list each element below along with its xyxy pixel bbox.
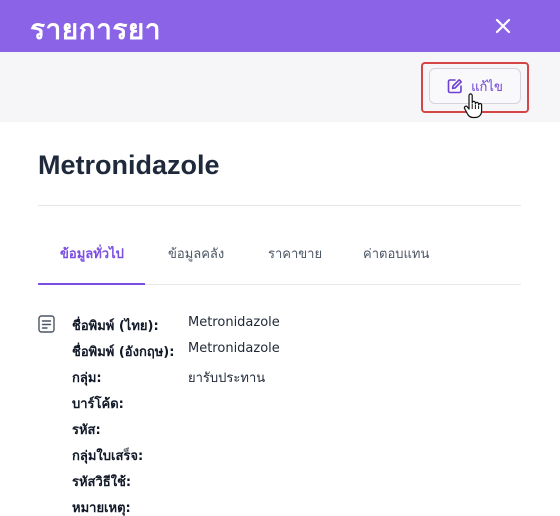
close-button[interactable]: [491, 14, 515, 38]
field-label: บาร์โค้ด:: [72, 397, 124, 412]
tab-general-info[interactable]: ข้อมูลทั่วไป: [60, 243, 124, 283]
tab-compensation[interactable]: ค่าตอบแทน: [363, 243, 429, 283]
field-value: ยารับประทาน: [188, 371, 266, 386]
field-label: หมายเหตุ:: [72, 501, 131, 516]
drug-name: Metronidazole: [38, 150, 220, 180]
field-label: ชื่อพิมพ์ (ไทย):: [72, 319, 159, 334]
tab-selling-price[interactable]: ราคาขาย: [268, 243, 322, 283]
divider: [38, 205, 521, 206]
close-icon: [495, 18, 511, 34]
field-label: รหัสวิธีใช้:: [72, 475, 132, 490]
hand-pointer-icon: [463, 93, 483, 119]
active-tab-indicator: [38, 283, 145, 285]
edit-icon: [447, 79, 463, 94]
field-label: กลุ่มใบเสร็จ:: [72, 449, 144, 464]
document-icon: [38, 315, 55, 333]
modal-title: รายการยา: [30, 13, 162, 46]
modal-header: รายการยา: [0, 0, 560, 52]
tab-inventory[interactable]: ข้อมูลคลัง: [168, 243, 224, 283]
field-label: ชื่อพิมพ์ (อังกฤษ):: [72, 345, 175, 360]
field-label: กลุ่ม:: [72, 371, 102, 386]
field-label: รหัส:: [72, 423, 101, 438]
field-value: Metronidazole: [188, 315, 280, 330]
field-value: Metronidazole: [188, 341, 280, 356]
tab-bar: ข้อมูลทั่วไป ข้อมูลคลัง ราคาขาย ค่าตอบแท…: [38, 243, 521, 285]
